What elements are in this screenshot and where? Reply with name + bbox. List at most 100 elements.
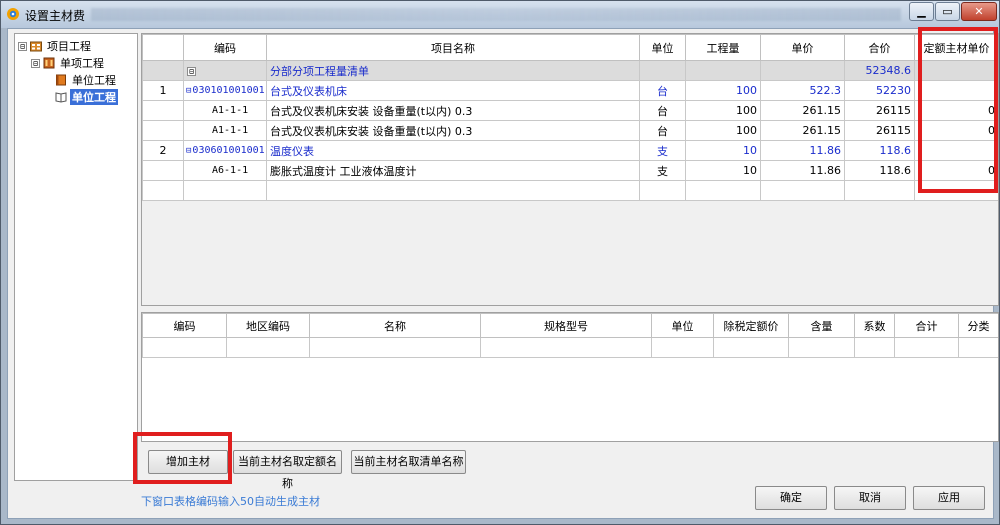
col-header-price[interactable]: 单价 xyxy=(760,34,845,61)
quantity-cell[interactable]: 100 xyxy=(685,80,761,101)
unit-cell[interactable]: 台 xyxy=(639,80,686,101)
total-cell[interactable]: 118.6 xyxy=(844,140,915,161)
table-row-empty[interactable] xyxy=(142,180,998,201)
title-bar[interactable]: 设置主材费 ▁ ▭ ✕ xyxy=(1,1,999,28)
row-expander[interactable]: ⊟ xyxy=(186,146,191,156)
quantity-cell[interactable]: 10 xyxy=(685,160,761,181)
main-material-price-cell[interactable] xyxy=(914,140,998,161)
table-row[interactable]: A1-1-1 台式及仪表机床安装 设备重量(t以内) 0.3 台 100 261… xyxy=(142,120,998,141)
total-cell[interactable]: 26115 xyxy=(844,100,915,121)
maximize-button[interactable]: ▭ xyxy=(935,2,960,21)
col-header-total[interactable]: 合计 xyxy=(894,313,959,338)
row-expander[interactable]: ⊟ xyxy=(186,86,191,96)
tree-expander[interactable]: ⊟ xyxy=(31,58,40,68)
main-grid[interactable]: 编码 项目名称 单位 工程量 单价 合价 定额主材单价 ⊟ 分部分项工程量清单 xyxy=(141,33,999,306)
name-cell[interactable]: 台式及仪表机床安装 设备重量(t以内) 0.3 xyxy=(266,100,640,121)
table-row[interactable]: ⊟ 分部分项工程量清单 52348.6 xyxy=(142,60,998,81)
main-material-price-cell[interactable] xyxy=(914,80,998,101)
tree-item-label: 单位工程 xyxy=(72,74,116,87)
total-cell[interactable]: 52348.6 xyxy=(844,60,915,81)
col-header-main-material-price[interactable]: 定额主材单价 xyxy=(914,34,998,61)
tree-item-unit-project-selected[interactable]: 单位工程 xyxy=(55,89,118,105)
main-material-price-cell[interactable]: 0 xyxy=(914,100,998,121)
total-cell[interactable]: 118.6 xyxy=(844,160,915,181)
name-cell[interactable]: 膨胀式温度计 工业液体温度计 xyxy=(266,160,640,181)
name-from-list-button[interactable]: 当前主材名取清单名称 xyxy=(351,450,466,474)
quantity-cell[interactable] xyxy=(685,60,761,81)
tree-item-label: 单位工程 xyxy=(70,89,118,105)
price-cell[interactable]: 261.15 xyxy=(760,120,845,141)
material-row-empty[interactable] xyxy=(142,337,998,358)
quantity-cell[interactable]: 10 xyxy=(685,140,761,161)
quantity-cell[interactable]: 100 xyxy=(685,100,761,121)
main-material-price-cell[interactable]: 0 xyxy=(914,160,998,181)
code-cell[interactable]: A1-1-1 xyxy=(183,120,267,141)
ok-button[interactable]: 确定 xyxy=(755,486,827,510)
price-cell[interactable] xyxy=(760,60,845,81)
table-row[interactable]: 2 ⊟030601001001 温度仪表 支 10 11.86 118.6 xyxy=(142,140,998,161)
col-header-spec[interactable]: 规格型号 xyxy=(480,313,652,338)
name-cell[interactable]: 温度仪表 xyxy=(266,140,640,161)
col-header-code[interactable]: 编码 xyxy=(142,313,227,338)
col-header-unit[interactable]: 单位 xyxy=(639,34,686,61)
tree-item-unit-project[interactable]: 单位工程 xyxy=(55,72,118,88)
name-cell[interactable]: 台式及仪表机床 xyxy=(266,80,640,101)
book-icon xyxy=(56,74,66,86)
total-cell[interactable]: 26115 xyxy=(844,120,915,141)
code-cell[interactable]: A1-1-1 xyxy=(183,100,267,121)
code-cell[interactable]: ⊟030101001001 xyxy=(183,80,267,101)
table-row[interactable]: A1-1-1 台式及仪表机床安装 设备重量(t以内) 0.3 台 100 261… xyxy=(142,100,998,121)
unit-cell[interactable] xyxy=(639,60,686,81)
material-grid[interactable]: 编码 地区编码 名称 规格型号 单位 除税定额价 含量 系数 合计 分类 xyxy=(141,312,999,442)
price-cell[interactable]: 261.15 xyxy=(760,100,845,121)
quantity-cell[interactable]: 100 xyxy=(685,120,761,141)
row-number xyxy=(142,160,184,181)
table-row[interactable]: 1 ⊟030101001001 台式及仪表机床 台 100 522.3 5223… xyxy=(142,80,998,101)
col-header-code[interactable]: 编码 xyxy=(183,34,267,61)
code-cell[interactable]: ⊟030601001001 xyxy=(183,140,267,161)
window-title: 设置主材费 xyxy=(25,9,86,23)
tree-item-single-project[interactable]: ⊟ 单项工程 xyxy=(31,55,106,71)
code-cell[interactable]: A6-1-1 xyxy=(183,160,267,181)
col-header-region-code[interactable]: 地区编码 xyxy=(226,313,310,338)
main-material-price-cell[interactable]: 0 xyxy=(914,120,998,141)
cancel-button[interactable]: 取消 xyxy=(834,486,906,510)
main-material-price-cell[interactable] xyxy=(914,60,998,81)
price-cell[interactable]: 11.86 xyxy=(760,160,845,181)
row-expander[interactable]: ⊟ xyxy=(187,66,196,76)
project-tree[interactable]: ⊟ 项目工程 ⊟ 单项工程 单位工程 单位工程 xyxy=(14,33,138,481)
col-header-category[interactable]: 分类 xyxy=(958,313,998,338)
tree-item-label: 项目工程 xyxy=(47,40,91,53)
add-main-material-button[interactable]: 增加主材 xyxy=(148,450,228,474)
col-header-quantity[interactable]: 工程量 xyxy=(685,34,761,61)
name-from-quota-button[interactable]: 当前主材名取定额名称 xyxy=(233,450,342,490)
col-header-content[interactable]: 含量 xyxy=(788,313,855,338)
table-row[interactable]: A6-1-1 膨胀式温度计 工业液体温度计 支 10 11.86 118.6 0 xyxy=(142,160,998,181)
main-table: 编码 项目名称 单位 工程量 单价 合价 定额主材单价 ⊟ 分部分项工程量清单 xyxy=(142,34,998,201)
name-cell[interactable]: 分部分项工程量清单 xyxy=(266,60,640,81)
tree-item-project[interactable]: ⊟ 项目工程 xyxy=(18,38,93,54)
dialog-client: ⊟ 项目工程 ⊟ 单项工程 单位工程 单位工程 编码 项目名称 单位 工程量 单… xyxy=(7,28,999,519)
col-header-total[interactable]: 合价 xyxy=(844,34,915,61)
code-cell[interactable]: ⊟ xyxy=(183,60,267,81)
col-header-rownum[interactable] xyxy=(142,34,184,61)
tree-expander[interactable]: ⊟ xyxy=(18,41,27,51)
unit-cell[interactable]: 支 xyxy=(639,160,686,181)
unit-cell[interactable]: 台 xyxy=(639,120,686,141)
apply-button[interactable]: 应用 xyxy=(913,486,985,510)
unit-cell[interactable]: 台 xyxy=(639,100,686,121)
project-icon xyxy=(30,41,42,52)
col-header-name[interactable]: 名称 xyxy=(309,313,481,338)
col-header-coefficient[interactable]: 系数 xyxy=(854,313,895,338)
total-cell[interactable]: 52230 xyxy=(844,80,915,101)
name-cell[interactable]: 台式及仪表机床安装 设备重量(t以内) 0.3 xyxy=(266,120,640,141)
col-header-name[interactable]: 项目名称 xyxy=(266,34,640,61)
price-cell[interactable]: 522.3 xyxy=(760,80,845,101)
col-header-pretax-quota-price[interactable]: 除税定额价 xyxy=(713,313,789,338)
close-button[interactable]: ✕ xyxy=(961,2,997,21)
col-header-unit[interactable]: 单位 xyxy=(651,313,714,338)
minimize-button[interactable]: ▁ xyxy=(909,2,934,21)
unit-cell[interactable]: 支 xyxy=(639,140,686,161)
price-cell[interactable]: 11.86 xyxy=(760,140,845,161)
row-number: 2 xyxy=(142,140,184,161)
